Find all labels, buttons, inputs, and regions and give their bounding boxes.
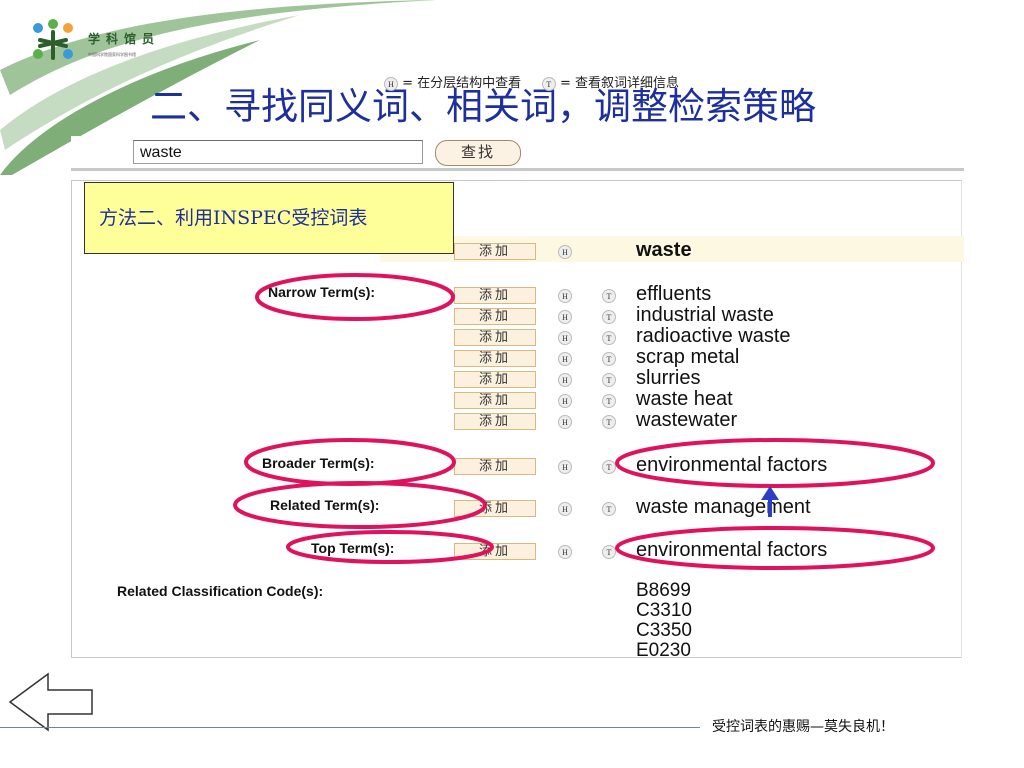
t-icon[interactable]: T [602,331,616,345]
add-term-button[interactable]: 添加 [454,458,536,475]
t-icon[interactable]: T [602,394,616,408]
add-term-button[interactable]: 添加 [454,287,536,304]
h-icon[interactable]: H [558,289,572,303]
top-terms-label: Top Term(s): [311,540,395,556]
h-icon[interactable]: H [558,352,572,366]
add-term-button[interactable]: 添加 [454,543,536,560]
add-term-button[interactable]: 添加 [454,329,536,346]
legend-h-text: = 在分层结构中查看 [402,76,522,91]
term-row: 添加 H Tenvironmental factors [454,454,974,477]
h-icon[interactable]: H [558,460,572,474]
code-item: E0230 [636,640,691,661]
term-link[interactable]: waste management [636,496,811,519]
term-link[interactable]: environmental factors [636,454,827,477]
search-bar: waste 查找 [71,136,964,172]
t-icon[interactable]: T [602,502,616,516]
add-term-button[interactable]: 添加 [454,308,536,325]
logo-icon [33,19,73,60]
h-icon[interactable]: H [558,373,572,387]
main-term[interactable]: waste [636,239,692,262]
method-callout: 方法二、利用INSPEC受控词表 [84,182,454,254]
term-link[interactable]: environmental factors [636,539,827,562]
term-row: 添加 H Tindustrial waste [454,304,974,327]
code-item: B8699 [636,580,691,601]
search-bar-divider [71,168,964,171]
t-icon: T [541,76,556,91]
term-row: 添加 Hwaste [454,239,974,262]
h-icon: H [384,76,398,91]
h-icon[interactable]: H [558,245,572,259]
add-term-button[interactable]: 添加 [454,243,536,260]
t-icon[interactable]: T [602,310,616,324]
term-link[interactable]: industrial waste [636,304,774,327]
footer-text: 受控词表的惠赐—莫失良机！ [712,719,894,735]
code-item: C3350 [636,620,692,641]
footer-divider [0,727,700,728]
logo-subtitle: 中国科学院国家科学图书馆 [88,52,136,57]
t-icon[interactable]: T [602,460,616,474]
search-input[interactable]: waste [133,140,423,164]
t-icon[interactable]: T [602,415,616,429]
narrow-terms-label: Narrow Term(s): [268,284,376,300]
t-icon[interactable]: T [602,289,616,303]
add-term-button[interactable]: 添加 [454,392,536,409]
classification-codes-label: Related Classification Code(s): [117,583,324,599]
term-link[interactable]: waste heat [636,388,733,411]
term-link[interactable]: wastewater [636,409,737,432]
h-icon[interactable]: H [558,394,572,408]
term-row: 添加 H Twaste management [454,496,974,519]
t-icon[interactable]: T [602,373,616,387]
logo-name: 学科馆员 [88,32,161,46]
h-icon[interactable]: H [558,310,572,324]
term-row: 添加 H Twastewater [454,409,974,432]
t-icon[interactable]: T [602,545,616,559]
term-row: 添加 H Teffluents [454,283,974,306]
broader-terms-label: Broader Term(s): [262,455,375,471]
term-row: 添加 H Tscrap metal [454,346,974,369]
code-item: C3310 [636,600,692,621]
term-link[interactable]: scrap metal [636,346,739,369]
add-term-button[interactable]: 添加 [454,371,536,388]
h-icon[interactable]: H [558,331,572,345]
h-icon[interactable]: H [558,502,572,516]
related-terms-label: Related Term(s): [270,497,380,513]
term-row: 添加 H Twaste heat [454,388,974,411]
term-row: 添加 H Tslurries [454,367,974,390]
add-term-button[interactable]: 添加 [454,413,536,430]
term-row: 添加 H Tradioactive waste [454,325,974,348]
term-link[interactable]: radioactive waste [636,325,791,348]
t-icon[interactable]: T [602,352,616,366]
legend-t-text: = 查看叙词详细信息 [559,76,680,91]
h-icon[interactable]: H [558,415,572,429]
h-icon[interactable]: H [558,545,572,559]
add-term-button[interactable]: 添加 [454,350,536,367]
back-arrow-button[interactable] [8,672,94,732]
legend: H = 在分层结构中查看 T = 查看叙词详细信息 [384,72,679,91]
search-button[interactable]: 查找 [435,140,521,166]
term-link[interactable]: slurries [636,367,700,390]
term-row: 添加 H Tenvironmental factors [454,539,974,562]
add-term-button[interactable]: 添加 [454,500,536,517]
term-link[interactable]: effluents [636,283,711,306]
